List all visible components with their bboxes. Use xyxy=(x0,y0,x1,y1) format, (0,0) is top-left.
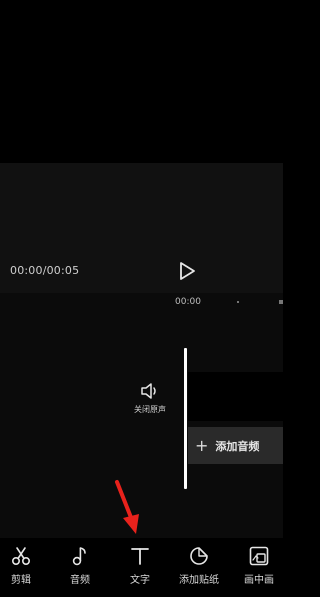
add-audio-label: 添加音频 xyxy=(215,439,260,453)
toolbar-item-label: 音频 xyxy=(70,575,90,586)
music-note-icon xyxy=(72,547,86,566)
play-button[interactable] xyxy=(176,260,198,282)
mute-original-sound-button[interactable]: 关闭原声 xyxy=(128,382,172,422)
toolbar-item-label: 画中画 xyxy=(244,575,274,586)
annotation-arrow-icon xyxy=(115,480,139,534)
speaker-icon xyxy=(141,383,156,399)
timeline-ruler-time: 00:00 xyxy=(175,297,201,307)
timeline-ruler-tick xyxy=(279,300,283,304)
add-audio-button[interactable]: + 添加音频 xyxy=(188,427,283,464)
scissors-icon xyxy=(11,547,31,566)
play-icon xyxy=(180,262,195,280)
picture-in-picture-icon xyxy=(249,546,269,566)
toolbar-item-text[interactable]: 文字 xyxy=(112,546,168,586)
toolbar-item-label: 剪辑 xyxy=(11,575,31,586)
toolbar-item-label: 文字 xyxy=(130,575,150,586)
mute-original-sound-label: 关闭原声 xyxy=(134,405,166,414)
time-display: 00:00/00:05 xyxy=(10,264,80,277)
preview-top-area xyxy=(0,0,283,163)
text-icon xyxy=(131,548,149,565)
playhead[interactable] xyxy=(184,348,187,489)
toolbar-item-add-sticker[interactable]: 添加贴纸 xyxy=(171,546,227,586)
sticker-icon xyxy=(190,547,208,565)
plus-icon: + xyxy=(195,435,209,455)
video-clip-track[interactable] xyxy=(188,372,283,421)
timeline-ruler-dot xyxy=(237,301,239,303)
toolbar-item-label: 添加贴纸 xyxy=(179,575,219,586)
toolbar-item-audio[interactable]: 音频 xyxy=(52,546,108,586)
toolbar-item-edit[interactable]: 剪辑 xyxy=(0,546,49,586)
toolbar-item-picture-in-picture[interactable]: 画中画 xyxy=(231,546,287,586)
